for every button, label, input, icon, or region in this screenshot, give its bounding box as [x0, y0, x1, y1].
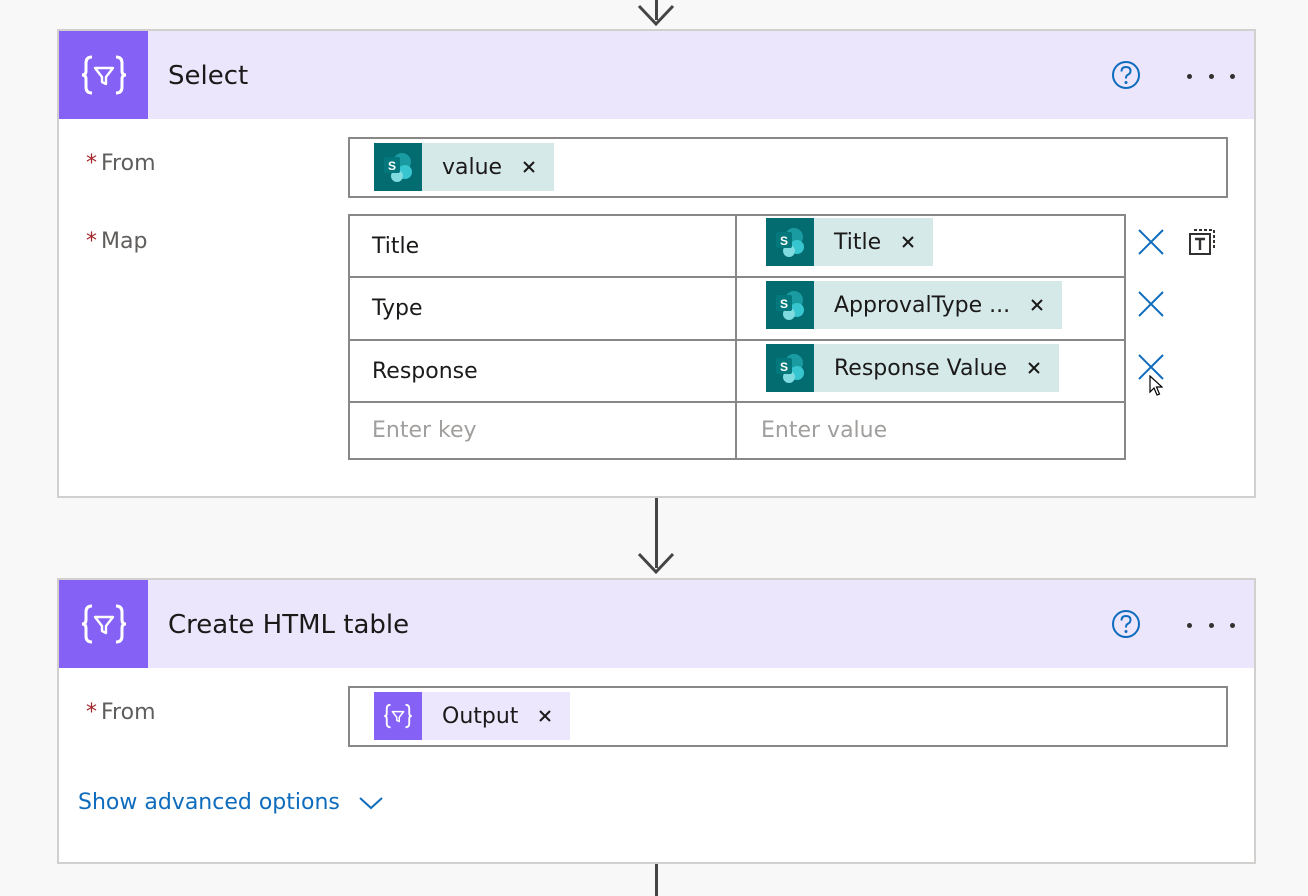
- close-icon: [539, 710, 552, 722]
- map-key-field[interactable]: Title: [350, 216, 737, 276]
- more-dot-icon: [1208, 622, 1214, 628]
- title-token[interactable]: S Title: [766, 218, 934, 266]
- more-dot-icon: [1187, 622, 1192, 628]
- from-label-text: From: [101, 700, 156, 725]
- more-dot-icon: [1208, 73, 1214, 79]
- enter-key-input[interactable]: Enter key: [350, 403, 737, 458]
- svg-text:S: S: [780, 360, 788, 374]
- show-advanced-options-link[interactable]: Show advanced options: [78, 790, 384, 815]
- close-icon: [902, 236, 914, 248]
- from-label: * From: [86, 151, 156, 176]
- map-key-field[interactable]: Type: [350, 278, 737, 339]
- remove-token-button[interactable]: [530, 701, 560, 731]
- map-row: Response S Response Value: [350, 341, 1124, 403]
- svg-text:S: S: [780, 297, 788, 311]
- help-icon[interactable]: [1111, 60, 1141, 90]
- create-html-table-header[interactable]: Create HTML table: [59, 580, 1254, 668]
- data-operation-icon: [59, 31, 148, 119]
- create-html-table-action-card: Create HTML table * From Output Show adv…: [57, 578, 1256, 864]
- svg-text:S: S: [780, 234, 788, 248]
- help-icon[interactable]: [1111, 609, 1141, 639]
- required-asterisk: *: [86, 229, 97, 254]
- sharepoint-icon: S: [766, 218, 814, 266]
- more-options-button[interactable]: [1187, 620, 1235, 630]
- close-icon: [523, 161, 535, 173]
- sharepoint-icon: S: [374, 143, 422, 191]
- response-value-token[interactable]: S Response Value: [766, 344, 1060, 392]
- sharepoint-icon: S: [766, 281, 814, 329]
- approval-type-token-label: ApprovalType ...: [834, 292, 1011, 318]
- remove-token-button[interactable]: [514, 152, 544, 182]
- map-label-text: Map: [101, 229, 148, 254]
- top-connector-arrow-icon: [637, 4, 675, 27]
- map-row: Type S ApprovalType ...: [350, 278, 1124, 341]
- map-table: Title S Title Type S ApprovalType ... Re…: [348, 214, 1126, 460]
- svg-text:S: S: [388, 159, 396, 173]
- value-token[interactable]: S value: [374, 143, 555, 191]
- map-value-field[interactable]: S ApprovalType ...: [739, 278, 1124, 339]
- switch-to-text-mode-icon[interactable]: [1186, 226, 1218, 258]
- remove-token-button[interactable]: [893, 227, 923, 257]
- bottom-connector-line: [655, 864, 658, 896]
- more-dot-icon: [1230, 622, 1235, 628]
- mouse-cursor-icon: [1149, 375, 1163, 396]
- from-label-text: From: [101, 151, 156, 176]
- map-row-new: Enter key Enter value: [350, 403, 1124, 458]
- close-icon: [1031, 299, 1043, 311]
- map-value-field[interactable]: S Title: [739, 216, 1124, 276]
- chevron-down-icon: [359, 796, 383, 809]
- remove-token-button[interactable]: [1022, 290, 1052, 320]
- select-action-header[interactable]: Select: [59, 31, 1254, 119]
- select-action-card: Select * From S value * Map Title S Titl…: [57, 29, 1256, 498]
- more-options-button[interactable]: [1187, 71, 1235, 81]
- sharepoint-icon: S: [766, 344, 814, 392]
- required-asterisk: *: [86, 151, 97, 176]
- from-input[interactable]: Output: [348, 686, 1228, 747]
- map-key-field[interactable]: Response: [350, 341, 737, 401]
- response-value-token-label: Response Value: [834, 355, 1008, 381]
- output-token-label: Output: [442, 703, 519, 729]
- map-row: Title S Title: [350, 216, 1124, 278]
- title-token-label: Title: [834, 229, 882, 255]
- approval-type-token[interactable]: S ApprovalType ...: [766, 281, 1063, 329]
- close-icon: [1028, 362, 1040, 374]
- select-action-title[interactable]: Select: [168, 61, 248, 91]
- enter-value-input[interactable]: Enter value: [739, 403, 1124, 458]
- data-operation-icon: [59, 580, 148, 668]
- show-advanced-options-label: Show advanced options: [78, 790, 340, 815]
- create-html-table-title[interactable]: Create HTML table: [168, 610, 409, 640]
- remove-row-close-icon[interactable]: [1136, 289, 1166, 319]
- from-label: * From: [86, 700, 156, 725]
- required-asterisk: *: [86, 700, 97, 725]
- map-label: * Map: [86, 229, 147, 254]
- remove-row-close-icon[interactable]: [1136, 227, 1166, 257]
- data-operation-icon: [374, 692, 422, 740]
- from-input[interactable]: S value: [348, 137, 1228, 198]
- remove-token-button[interactable]: [1019, 353, 1049, 383]
- map-value-field[interactable]: S Response Value: [739, 341, 1124, 401]
- more-dot-icon: [1187, 73, 1192, 79]
- output-token[interactable]: Output: [374, 692, 571, 740]
- value-token-label: value: [442, 154, 503, 180]
- more-dot-icon: [1230, 73, 1235, 79]
- enter-value-placeholder: Enter value: [761, 418, 888, 443]
- middle-connector-arrow-icon: [637, 552, 675, 575]
